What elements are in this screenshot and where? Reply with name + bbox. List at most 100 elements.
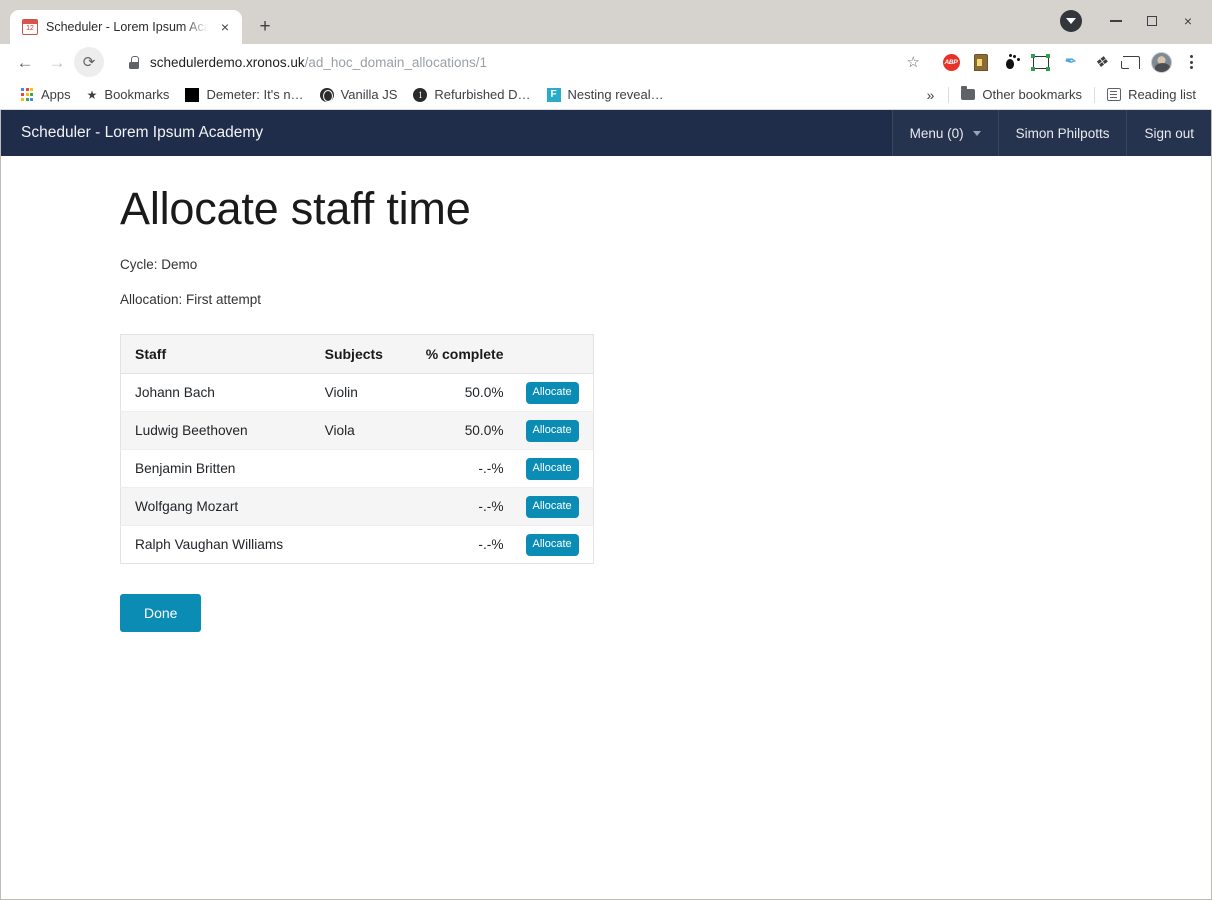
reading-list-button[interactable]: Reading list	[1099, 84, 1204, 105]
allocation-label: Allocation: First attempt	[120, 292, 262, 308]
cell-percent: 50.0%	[403, 373, 518, 413]
staff-allocation-table: Staff Subjects % complete Johann Bach Vi…	[120, 334, 594, 565]
column-header-percent: % complete	[403, 334, 518, 375]
cell-action: Allocate	[518, 526, 594, 564]
table-body: Johann Bach Violin 50.0% Allocate Ludwig…	[120, 373, 594, 564]
kebab-menu-icon[interactable]	[1178, 49, 1204, 75]
url-text: schedulerdemo.xronos.uk/ad_hoc_domain_al…	[150, 55, 487, 70]
bookmark-label: Apps	[41, 87, 71, 102]
column-header-staff: Staff	[120, 334, 311, 375]
star-icon: ★	[86, 87, 98, 102]
other-bookmarks-label: Other bookmarks	[982, 87, 1083, 102]
bookmark-bookmarks[interactable]: ★ Bookmarks	[79, 84, 178, 105]
figma-icon: F	[546, 87, 561, 102]
cell-staff: Johann Bach	[120, 373, 311, 413]
globe-icon	[319, 87, 334, 102]
cell-percent: -.-%	[403, 487, 518, 527]
adblock-plus-icon[interactable]: ABP	[938, 49, 964, 75]
nav-menu-dropdown[interactable]: Menu (0)	[891, 110, 998, 156]
cell-subjects: Violin	[310, 373, 404, 413]
tab-title: Scheduler - Lorem Ipsum Academy	[46, 20, 208, 34]
bookmark-refurbished[interactable]: 1 Refurbished D…	[405, 84, 538, 105]
puzzle-extensions-icon[interactable]: ❖	[1088, 49, 1114, 75]
allocate-button[interactable]: Allocate	[525, 495, 579, 518]
other-bookmarks-button[interactable]: Other bookmarks	[953, 84, 1090, 105]
bookmark-label: Bookmarks	[104, 87, 170, 102]
cell-staff: Wolfgang Mozart	[120, 487, 311, 527]
bookmark-label: Refurbished D…	[434, 87, 531, 102]
cell-percent: -.-%	[478, 537, 504, 553]
bookmark-apps[interactable]: Apps	[12, 84, 79, 105]
tab-strip: Scheduler - Lorem Ipsum Academy × + ×	[0, 0, 1212, 44]
bookmark-label: Vanilla JS	[340, 87, 398, 102]
cast-icon[interactable]	[1118, 49, 1144, 75]
cell-subjects: Viola	[310, 411, 404, 451]
page-title: Allocate staff time	[120, 183, 471, 234]
bookmark-nesting[interactable]: F Nesting reveal…	[539, 84, 672, 105]
page-content: Allocate staff time Cycle: Demo Allocati…	[1, 156, 1211, 633]
minimize-button[interactable]	[1098, 8, 1134, 34]
avatar[interactable]	[1148, 49, 1174, 75]
folder-icon	[961, 86, 976, 100]
allocate-button[interactable]: Allocate	[525, 419, 579, 442]
url-domain: schedulerdemo.xronos.uk	[150, 54, 305, 70]
table-row: Ludwig Beethoven Viola 50.0% Allocate	[120, 411, 594, 451]
cell-staff: Ludwig Beethoven	[120, 411, 311, 451]
url-path: /ad_hoc_domain_allocations/1	[304, 54, 487, 70]
bookmark-label: Demeter: It's n…	[206, 87, 304, 102]
cell-percent: 50.0%	[403, 411, 518, 451]
window-controls: ×	[1060, 8, 1206, 34]
cycle-label: Cycle: Demo	[120, 257, 198, 273]
done-button[interactable]: Done	[120, 594, 202, 633]
download-indicator-icon[interactable]	[1060, 10, 1082, 32]
nav-user[interactable]: Simon Philpotts	[997, 110, 1127, 156]
new-tab-button[interactable]: +	[250, 11, 280, 41]
reading-list-label: Reading list	[1128, 87, 1196, 102]
table-header-row: Staff Subjects % complete	[120, 334, 594, 375]
cell-subjects	[310, 487, 404, 527]
browser-tab[interactable]: Scheduler - Lorem Ipsum Academy ×	[10, 10, 242, 44]
cell-staff: Benjamin Britten	[120, 449, 311, 489]
cell-action: Allocate	[517, 411, 594, 451]
address-bar[interactable]: schedulerdemo.xronos.uk/ad_hoc_domain_al…	[114, 48, 930, 76]
screenshot-crop-icon[interactable]	[1028, 49, 1054, 75]
app-navbar: Scheduler - Lorem Ipsum Academy Menu (0)…	[1, 110, 1211, 156]
door-icon[interactable]	[968, 49, 994, 75]
cell-subjects	[310, 449, 404, 489]
navbar-right-group: Menu (0) Simon Philpotts Sign out	[891, 110, 1211, 156]
bookmark-label: Nesting reveal…	[567, 87, 664, 102]
black-square-icon	[185, 87, 200, 102]
bookmark-demeter[interactable]: Demeter: It's n…	[177, 84, 311, 105]
back-icon[interactable]: ←	[10, 47, 40, 77]
maximize-button[interactable]	[1134, 8, 1170, 34]
calendar-icon	[22, 19, 38, 35]
table-row: Johann Bach Violin 50.0% Allocate	[120, 373, 594, 413]
bookmark-star-icon[interactable]: ☆	[897, 53, 920, 71]
close-icon[interactable]: ×	[216, 18, 234, 36]
cell-action: Allocate	[517, 487, 594, 527]
apps-grid-icon	[20, 88, 34, 102]
feather-icon[interactable]: ✒	[1058, 49, 1084, 75]
forward-icon[interactable]: →	[42, 47, 72, 77]
gnome-foot-icon[interactable]	[998, 49, 1024, 75]
table-row: Wolfgang Mozart -.-% Allocate	[120, 487, 594, 527]
table-row: Ralph Vaughan Williams -.-% Allocate	[121, 526, 594, 564]
app-brand[interactable]: Scheduler - Lorem Ipsum Academy	[1, 110, 892, 156]
circle-one-icon: 1	[413, 87, 428, 102]
close-window-button[interactable]: ×	[1170, 8, 1206, 34]
column-header-actions	[517, 334, 594, 375]
cell-percent: -.-%	[403, 449, 518, 489]
reload-icon[interactable]: ⟳	[74, 47, 104, 77]
divider	[948, 86, 950, 103]
divider	[1094, 86, 1096, 103]
column-header-subjects: Subjects	[310, 334, 404, 375]
allocate-button[interactable]: Allocate	[525, 457, 579, 480]
allocate-button[interactable]: Allocate	[525, 533, 579, 556]
nav-sign-out[interactable]: Sign out	[1126, 110, 1211, 156]
page-viewport: Scheduler - Lorem Ipsum Academy Menu (0)…	[0, 110, 1212, 900]
bookmarks-overflow-icon[interactable]: »	[917, 87, 945, 103]
allocate-button[interactable]: Allocate	[525, 381, 579, 404]
bookmark-vanilla-js[interactable]: Vanilla JS	[312, 84, 406, 105]
cell-subjects	[311, 526, 404, 564]
lock-icon[interactable]	[128, 55, 140, 69]
